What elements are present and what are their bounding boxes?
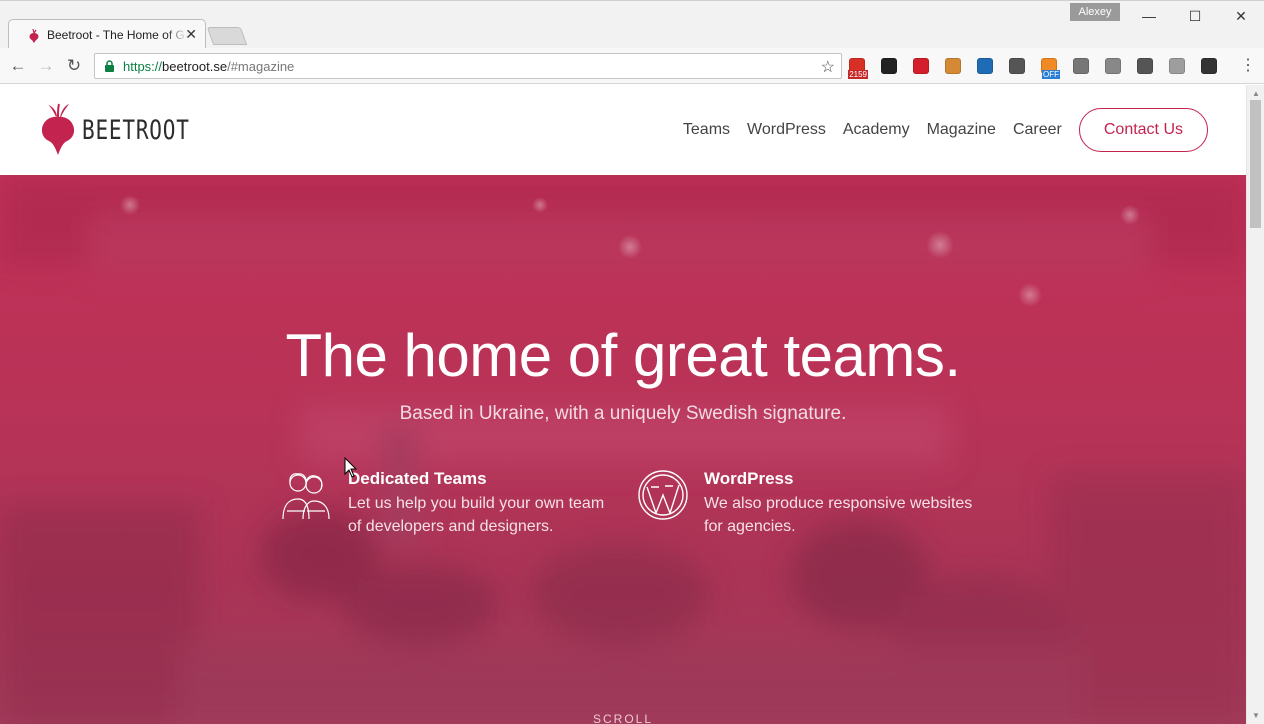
logo-text: BEETROOT bbox=[82, 115, 190, 146]
beetroot-favicon-icon bbox=[29, 29, 39, 43]
nav-magazine[interactable]: Magazine bbox=[927, 121, 996, 139]
back-arrow-icon[interactable]: ← bbox=[8, 56, 28, 76]
scroll-up-icon[interactable]: ▲ bbox=[1252, 89, 1260, 98]
url-fragment: /#magazine bbox=[227, 59, 295, 74]
feature-title: WordPress bbox=[704, 469, 794, 488]
scrollbar-thumb[interactable] bbox=[1250, 100, 1261, 228]
page-viewport: BEETROOT Teams WordPress Academy Magazin… bbox=[0, 85, 1246, 724]
feature-wordpress[interactable]: WordPress We also produce responsive web… bbox=[637, 469, 972, 539]
s-extension-icon[interactable] bbox=[1073, 58, 1089, 74]
scroll-label[interactable]: SCROLL bbox=[0, 712, 1246, 724]
main-nav: Teams WordPress Academy Magazine Career … bbox=[666, 108, 1208, 152]
forward-arrow-icon[interactable]: → bbox=[36, 56, 56, 76]
nav-teams[interactable]: Teams bbox=[683, 121, 730, 139]
opera-icon[interactable] bbox=[913, 58, 929, 74]
address-bar[interactable]: https://beetroot.se/#magazine ☆ bbox=[94, 53, 842, 79]
maximize-icon[interactable]: ☐ bbox=[1180, 5, 1210, 27]
nav-career[interactable]: Career bbox=[1013, 121, 1062, 139]
feature-dedicated-teams[interactable]: Dedicated Teams Let us help you build yo… bbox=[281, 469, 604, 539]
site-logo[interactable]: BEETROOT bbox=[36, 103, 189, 157]
browser-toolbar: ← → ↻ https://beetroot.se/#magazine ☆ 21… bbox=[0, 48, 1264, 84]
profile-button[interactable]: Alexey bbox=[1070, 3, 1120, 21]
url-host: beetroot.se bbox=[162, 59, 228, 74]
beetroot-logo-icon bbox=[41, 103, 75, 155]
browser-tab[interactable]: Beetroot - The Home of Great Teams ✕ bbox=[8, 19, 206, 49]
tab-close-icon[interactable]: ✕ bbox=[185, 26, 197, 43]
reload-icon[interactable]: ↻ bbox=[64, 56, 84, 76]
extension-badge: OFF bbox=[1042, 70, 1060, 79]
team-people-icon bbox=[282, 473, 330, 520]
screencast-icon[interactable] bbox=[1009, 58, 1025, 74]
page-scrollbar[interactable]: ▲ ▼ bbox=[1246, 85, 1264, 724]
hero-subtitle: Based in Ukraine, with a uniquely Swedis… bbox=[399, 403, 847, 424]
url-text: https://beetroot.se/#magazine bbox=[123, 59, 294, 74]
off-toggle-icon[interactable]: OFF bbox=[1041, 58, 1060, 79]
gmail-icon[interactable]: 2159 bbox=[848, 58, 868, 79]
hero-background-photo bbox=[0, 175, 1246, 724]
feature-title: Dedicated Teams bbox=[348, 469, 487, 488]
site-header: BEETROOT Teams WordPress Academy Magazin… bbox=[0, 85, 1246, 175]
nav-academy[interactable]: Academy bbox=[843, 121, 910, 139]
mouse-cursor-icon bbox=[344, 457, 358, 478]
contact-us-button[interactable]: Contact Us bbox=[1078, 108, 1208, 152]
lightbulb-icon[interactable] bbox=[1201, 58, 1217, 74]
bookmark-star-icon[interactable]: ☆ bbox=[821, 57, 835, 77]
feature-description: Let us help you build your own team of d… bbox=[348, 495, 605, 535]
nav-wordpress[interactable]: WordPress bbox=[747, 121, 826, 139]
fragment-icon[interactable] bbox=[1105, 58, 1121, 74]
url-scheme: https:// bbox=[123, 59, 163, 74]
wordpress-icon bbox=[638, 470, 688, 520]
tab-title: Beetroot - The Home of Great Teams bbox=[47, 28, 187, 42]
wordpress-icon[interactable] bbox=[1137, 58, 1153, 74]
feature-description: We also produce responsive websites for … bbox=[704, 495, 973, 535]
browser-menu-icon[interactable]: ⋮ bbox=[1240, 56, 1256, 76]
lock-icon bbox=[105, 60, 114, 72]
yoast-icon[interactable] bbox=[977, 58, 993, 74]
gear-icon[interactable] bbox=[881, 58, 897, 74]
hero-title: The home of great teams. bbox=[285, 322, 961, 389]
scroll-down-icon[interactable]: ▼ bbox=[1252, 711, 1260, 720]
hero-section: The home of great teams. Based in Ukrain… bbox=[0, 175, 1246, 724]
minimize-icon[interactable]: — bbox=[1134, 5, 1164, 27]
new-tab-button[interactable] bbox=[206, 27, 248, 45]
browser-titlebar: Beetroot - The Home of Great Teams ✕ Ale… bbox=[0, 0, 1264, 49]
cookie-icon[interactable] bbox=[945, 58, 961, 74]
extension-badge: 2159 bbox=[848, 70, 868, 79]
window-close-icon[interactable]: ✕ bbox=[1226, 5, 1256, 27]
drive-icon[interactable] bbox=[1169, 58, 1185, 74]
